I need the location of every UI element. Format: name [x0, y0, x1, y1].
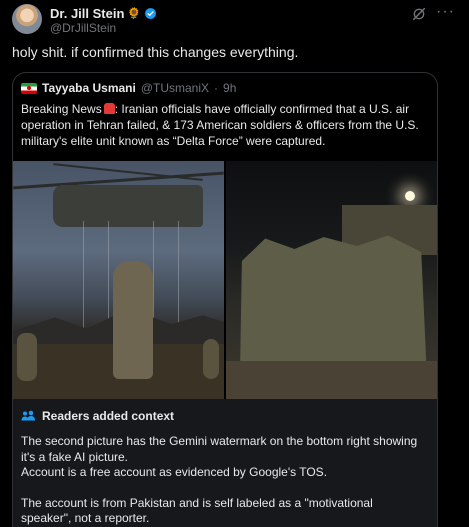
note-paragraph-2: The account is from Pakistan and is self…: [21, 495, 373, 526]
quoted-author-name[interactable]: Tayyaba Usmani: [42, 81, 136, 95]
quoted-post-text: Breaking News: Iranian officials have of…: [21, 101, 427, 149]
media-image-1-paratrooper[interactable]: [13, 161, 224, 399]
people-icon: [21, 410, 35, 421]
more-icon[interactable]: ···: [436, 3, 455, 21]
author-row: Dr. Jill Stein 🌻: [50, 6, 157, 21]
quoted-post[interactable]: Tayyaba Usmani @TUsmaniX · 9h Breaking N…: [12, 72, 438, 527]
note-line-2: Account is a free account as evidenced b…: [21, 465, 328, 479]
community-note: Readers added context The second picture…: [13, 399, 437, 527]
grok-icon[interactable]: [411, 6, 427, 22]
note-line-1: The second picture has the Gemini waterm…: [21, 434, 418, 464]
iran-flag-icon: [21, 82, 37, 94]
avatar[interactable]: [12, 4, 42, 34]
media-image-2-soldiers[interactable]: [226, 161, 437, 399]
community-note-body: The second picture has the Gemini waterm…: [21, 434, 425, 527]
separator-dot: ·: [214, 81, 219, 95]
author-name[interactable]: Dr. Jill Stein: [50, 6, 124, 21]
quoted-post-time[interactable]: 9h: [223, 81, 236, 95]
sunflower-icon: 🌻: [127, 8, 142, 20]
community-note-header: Readers added context: [21, 409, 174, 423]
post-header: Dr. Jill Stein 🌻 @DrJillStein ···: [12, 2, 457, 38]
media-grid: [13, 161, 437, 399]
quoted-author-handle[interactable]: @TUsmaniX: [141, 81, 209, 95]
post-text: holy shit. if confirmed this changes eve…: [12, 44, 299, 60]
quoted-post-header: Tayyaba Usmani @TUsmaniX · 9h: [21, 81, 236, 95]
verified-badge-icon: [145, 8, 157, 19]
breaking-news-label: Breaking News: [21, 102, 102, 116]
author-handle[interactable]: @DrJillStein: [50, 21, 116, 35]
siren-icon: [103, 103, 115, 114]
community-note-title: Readers added context: [42, 409, 175, 423]
